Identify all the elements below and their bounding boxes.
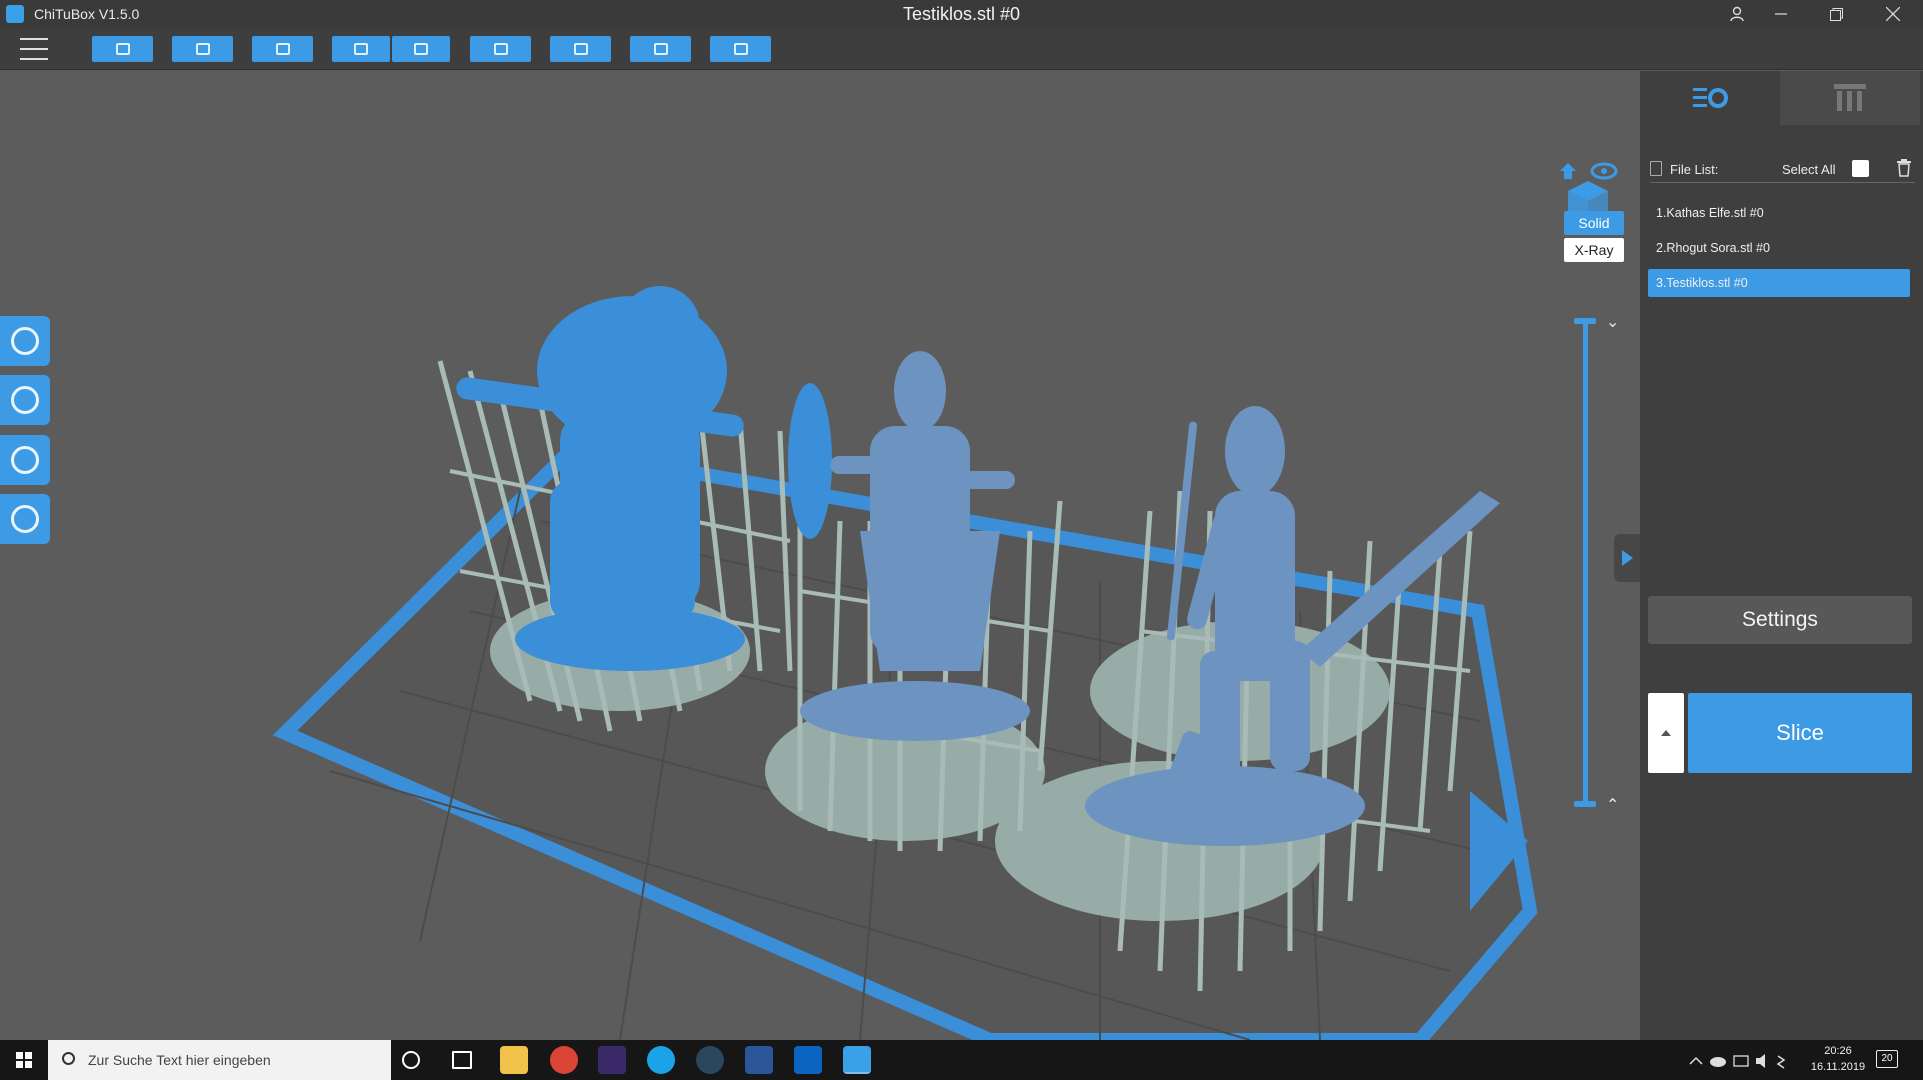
- clock-time: 20:26: [1824, 1045, 1852, 1057]
- select-all-label: Select All: [1782, 162, 1836, 177]
- word-icon[interactable]: [745, 1046, 773, 1074]
- windows-logo-icon: [16, 1052, 32, 1068]
- taskbar-search[interactable]: Zur Suche Text hier eingeben: [48, 1040, 391, 1080]
- tab-file-settings[interactable]: [1640, 71, 1780, 125]
- mirror-tool-button[interactable]: [0, 494, 50, 544]
- tab-supports[interactable]: [1780, 71, 1920, 125]
- list-gear-icon: [1693, 88, 1728, 108]
- rotate-tool-button[interactable]: [0, 375, 50, 425]
- hamburger-menu-icon[interactable]: [20, 38, 48, 60]
- xray-view-button[interactable]: X-Ray: [1564, 238, 1624, 262]
- frame-icon: [275, 43, 290, 55]
- slice-options-button[interactable]: [1648, 693, 1684, 773]
- windows-taskbar: Zur Suche Text hier eingeben 20:26 16.11…: [0, 1040, 1923, 1080]
- trash-icon[interactable]: [1896, 159, 1912, 177]
- mirror-icon: [11, 505, 39, 533]
- file-list-label: File List:: [1670, 162, 1719, 177]
- panel-tabs: [1640, 71, 1923, 125]
- skype-icon[interactable]: [647, 1046, 675, 1074]
- scale-icon: [11, 446, 39, 474]
- hollow-button[interactable]: [630, 36, 691, 62]
- chevron-down-icon[interactable]: ⌄: [1606, 312, 1619, 332]
- undo-icon: [354, 43, 368, 55]
- open-file-button[interactable]: [92, 36, 153, 62]
- project-button[interactable]: [252, 36, 313, 62]
- search-icon: [62, 1052, 75, 1065]
- minimize-button[interactable]: [1757, 0, 1805, 28]
- clipboard-button[interactable]: [470, 36, 531, 62]
- redo-button[interactable]: [392, 36, 450, 62]
- taskbar-clock[interactable]: 20:26 16.11.2019: [1808, 1043, 1868, 1075]
- target-button[interactable]: [710, 36, 771, 62]
- solid-view-button[interactable]: Solid: [1564, 211, 1624, 235]
- chevron-up-icon[interactable]: ⌃: [1606, 795, 1619, 815]
- file-explorer-icon[interactable]: [500, 1046, 528, 1074]
- undo-button[interactable]: [332, 36, 390, 62]
- notification-center-icon[interactable]: 20: [1876, 1050, 1898, 1068]
- chitubox-taskbar-icon[interactable]: [843, 1046, 871, 1074]
- file-list-item-selected[interactable]: 3.Testiklos.stl #0: [1648, 269, 1910, 297]
- file-list-item[interactable]: 1.Kathas Elfe.stl #0: [1648, 199, 1910, 227]
- arrange-icon: [573, 43, 588, 55]
- close-button[interactable]: [1869, 0, 1917, 28]
- scale-tool-button[interactable]: [0, 435, 50, 485]
- layer-slider-bottom-handle[interactable]: [1574, 801, 1596, 807]
- layer-slider-track[interactable]: [1583, 322, 1588, 804]
- scene-render: [272, 286, 1538, 1040]
- arrange-button[interactable]: [550, 36, 611, 62]
- right-panel: File List: Select All 1.Kathas Elfe.stl …: [1640, 71, 1923, 1040]
- hollow-icon: [653, 43, 668, 55]
- chrome-icon[interactable]: [550, 1046, 578, 1074]
- select-all-checkbox[interactable]: [1852, 160, 1869, 177]
- folder-icon: [115, 43, 130, 55]
- settings-button[interactable]: Settings: [1648, 596, 1912, 644]
- system-tray[interactable]: [1686, 1040, 1796, 1080]
- restore-button[interactable]: [1812, 0, 1860, 28]
- slice-button[interactable]: Slice: [1688, 693, 1912, 773]
- app-title: ChiTuBox V1.5.0: [34, 6, 140, 22]
- main-toolbar: [0, 28, 1923, 70]
- rotate-icon: [11, 386, 39, 414]
- file-list-item[interactable]: 2.Rhogut Sora.stl #0: [1648, 234, 1910, 262]
- search-placeholder: Zur Suche Text hier eingeben: [88, 1052, 271, 1068]
- save-button[interactable]: [172, 36, 233, 62]
- clipboard-icon: [493, 43, 508, 55]
- document-title: Testiklos.stl #0: [902, 4, 1021, 24]
- pillars-icon: [1834, 84, 1866, 111]
- title-bar: ChiTuBox V1.5.0 Testiklos.stl #0: [0, 0, 1923, 28]
- amazon-music-icon[interactable]: [598, 1046, 626, 1074]
- clock-date: 16.11.2019: [1810, 1061, 1866, 1073]
- collapse-panel-button[interactable]: [1614, 534, 1640, 582]
- redo-icon: [414, 43, 428, 55]
- chitubox-logo-icon: [6, 5, 24, 23]
- target-icon: [733, 43, 748, 55]
- start-button[interactable]: [0, 1040, 48, 1080]
- play-arrow-icon: [1621, 550, 1633, 566]
- file-list-header: File List: Select All: [1650, 159, 1915, 183]
- cortana-icon[interactable]: [402, 1051, 420, 1069]
- 3d-viewport[interactable]: Solid X-Ray ⌄ ⌃: [0, 71, 1640, 1040]
- user-icon[interactable]: [1713, 0, 1761, 28]
- caret-up-icon: [1661, 730, 1671, 736]
- move-tool-button[interactable]: [0, 316, 50, 366]
- move-icon: [11, 327, 39, 355]
- steam-icon[interactable]: [696, 1046, 724, 1074]
- document-icon: [1650, 161, 1662, 176]
- outlook-icon[interactable]: [794, 1046, 822, 1074]
- task-view-icon[interactable]: [452, 1051, 472, 1069]
- save-icon: [195, 43, 210, 55]
